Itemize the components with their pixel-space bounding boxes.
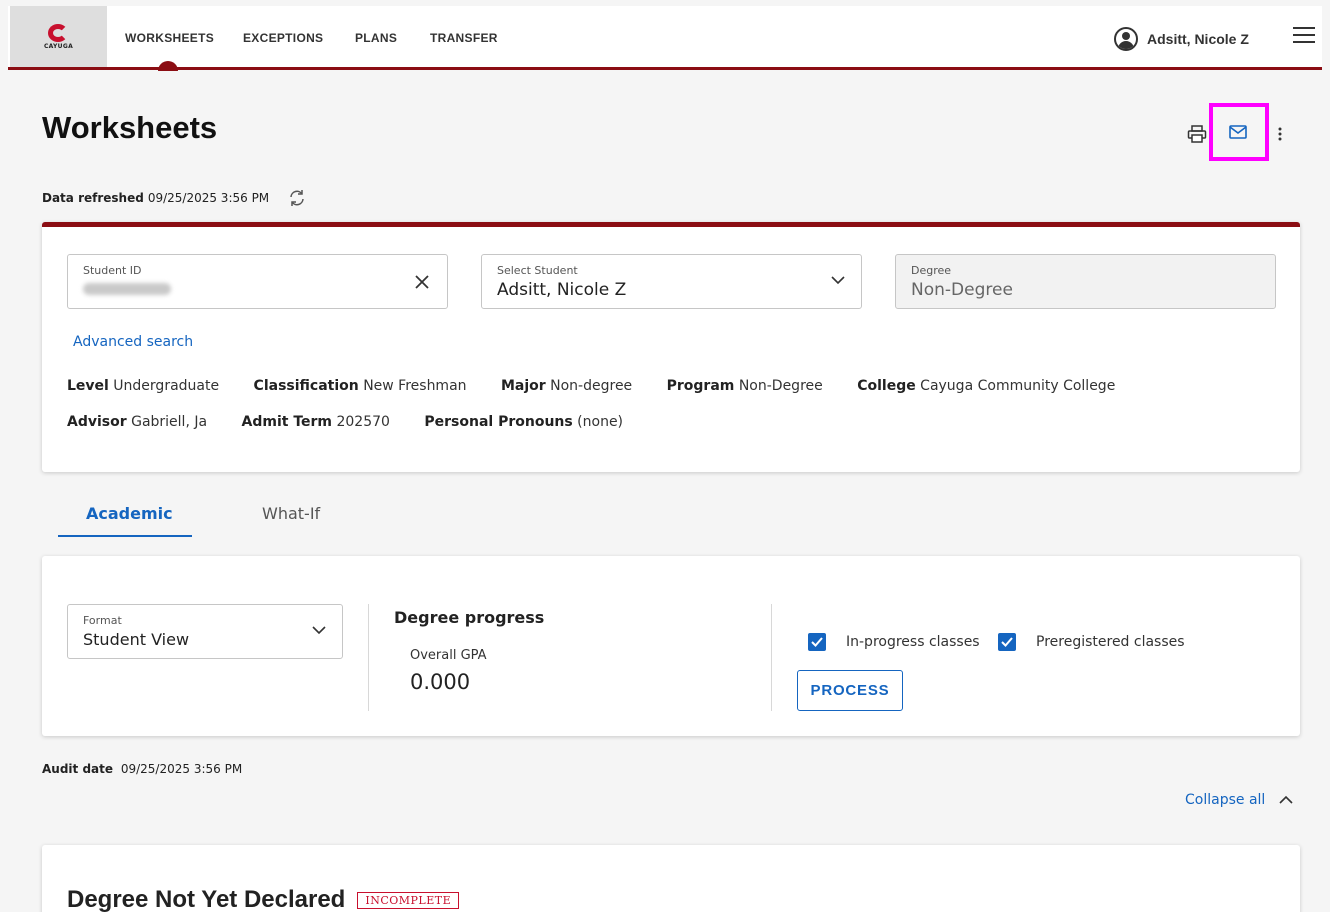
info-admit-term: Admit Term 202570 bbox=[241, 414, 390, 430]
preregistered-label: Preregistered classes bbox=[1036, 634, 1185, 650]
info-major: Major Non-degree bbox=[500, 378, 633, 394]
cayuga-logo[interactable]: CAYUGA bbox=[10, 6, 107, 67]
clear-icon[interactable] bbox=[413, 273, 431, 291]
advanced-search-link[interactable]: Advanced search bbox=[73, 334, 193, 350]
process-button[interactable]: PROCESS bbox=[797, 670, 903, 711]
info-college: College Cayuga Community College bbox=[857, 378, 1116, 394]
collapse-all-link[interactable]: Collapse all bbox=[1185, 792, 1293, 808]
more-options-icon[interactable] bbox=[1275, 125, 1285, 143]
degree-value: Non-Degree bbox=[911, 280, 1013, 300]
tab-academic[interactable]: Academic bbox=[86, 504, 173, 523]
checkmark-icon bbox=[811, 637, 823, 647]
format-value: Student View bbox=[83, 630, 190, 649]
student-id-value-redacted bbox=[83, 283, 171, 295]
hamburger-menu-icon[interactable] bbox=[1293, 26, 1315, 44]
chevron-down-icon bbox=[831, 276, 845, 285]
overall-gpa-value: 0.000 bbox=[410, 670, 471, 694]
status-badge: INCOMPLETE bbox=[357, 891, 460, 909]
select-student-value: Adsitt, Nicole Z bbox=[497, 280, 627, 300]
degree-label: Degree bbox=[911, 264, 952, 277]
refresh-label: Data refreshed bbox=[42, 191, 144, 205]
format-label: Format bbox=[83, 614, 122, 627]
student-info-row-1: Level Undergraduate Classification New F… bbox=[67, 378, 1145, 394]
nav-divider-bar bbox=[8, 67, 1322, 70]
degree-field: Degree Non-Degree bbox=[895, 254, 1276, 309]
student-info-row-2: Advisor Gabriell, Ja Admit Term 202570 P… bbox=[67, 414, 653, 430]
email-icon[interactable] bbox=[1229, 125, 1247, 139]
audit-date-label: Audit date bbox=[42, 762, 114, 776]
in-progress-checkbox[interactable] bbox=[808, 633, 826, 651]
degree-block-title-text: Degree Not Yet Declared bbox=[67, 886, 346, 912]
logo-text: CAYUGA bbox=[43, 42, 74, 50]
student-id-field[interactable]: Student ID bbox=[67, 254, 448, 309]
divider bbox=[771, 604, 772, 711]
page-title: Worksheets bbox=[42, 110, 218, 145]
student-info-card: Student ID Select Student Adsitt, Nicole… bbox=[42, 222, 1300, 472]
checkmark-icon bbox=[1001, 637, 1013, 647]
format-dropdown[interactable]: Format Student View bbox=[67, 604, 343, 659]
nav-exceptions[interactable]: EXCEPTIONS bbox=[243, 31, 323, 45]
refresh-time: 09/25/2025 3:56 PM bbox=[147, 191, 270, 205]
collapse-all-label: Collapse all bbox=[1185, 792, 1266, 808]
student-id-label: Student ID bbox=[83, 264, 142, 277]
preregistered-checkbox[interactable] bbox=[998, 633, 1016, 651]
select-student-label: Select Student bbox=[497, 264, 578, 277]
in-progress-label: In-progress classes bbox=[846, 634, 980, 650]
audit-date-value: 09/25/2025 3:56 PM bbox=[120, 762, 243, 776]
degree-block-card: Degree Not Yet Declared INCOMPLETE bbox=[42, 845, 1300, 912]
logo-icon bbox=[47, 23, 70, 42]
audit-controls-card: Format Student View Degree progress Over… bbox=[42, 556, 1300, 736]
user-avatar-icon bbox=[1114, 27, 1138, 51]
select-student-dropdown[interactable]: Select Student Adsitt, Nicole Z bbox=[481, 254, 862, 309]
data-refreshed-row: Data refreshed 09/25/2025 3:56 PM bbox=[42, 188, 307, 208]
user-menu[interactable]: Adsitt, Nicole Z bbox=[1114, 26, 1249, 52]
info-advisor: Advisor Gabriell, Ja bbox=[67, 414, 208, 430]
info-level: Level Undergraduate bbox=[67, 378, 220, 394]
refresh-icon[interactable] bbox=[287, 188, 307, 208]
nav-plans[interactable]: PLANS bbox=[355, 31, 397, 45]
info-classification: Classification New Freshman bbox=[253, 378, 467, 394]
active-tab-underline bbox=[58, 535, 192, 537]
audit-date-row: Audit date 09/25/2025 3:56 PM bbox=[42, 762, 242, 776]
user-name: Adsitt, Nicole Z bbox=[1147, 31, 1249, 47]
chevron-down-icon bbox=[312, 626, 326, 635]
nav-transfer[interactable]: TRANSFER bbox=[430, 31, 498, 45]
info-program: Program Non-Degree bbox=[666, 378, 823, 394]
degree-progress-title: Degree progress bbox=[394, 608, 545, 627]
degree-block-title: Degree Not Yet Declared INCOMPLETE bbox=[67, 886, 460, 912]
print-icon[interactable] bbox=[1187, 125, 1207, 143]
overall-gpa-label: Overall GPA bbox=[410, 648, 487, 663]
info-pronouns: Personal Pronouns (none) bbox=[424, 414, 624, 430]
tab-what-if[interactable]: What-If bbox=[262, 504, 320, 523]
chevron-up-icon bbox=[1279, 795, 1293, 804]
divider bbox=[368, 604, 369, 711]
nav-worksheets[interactable]: WORKSHEETS bbox=[125, 31, 214, 45]
